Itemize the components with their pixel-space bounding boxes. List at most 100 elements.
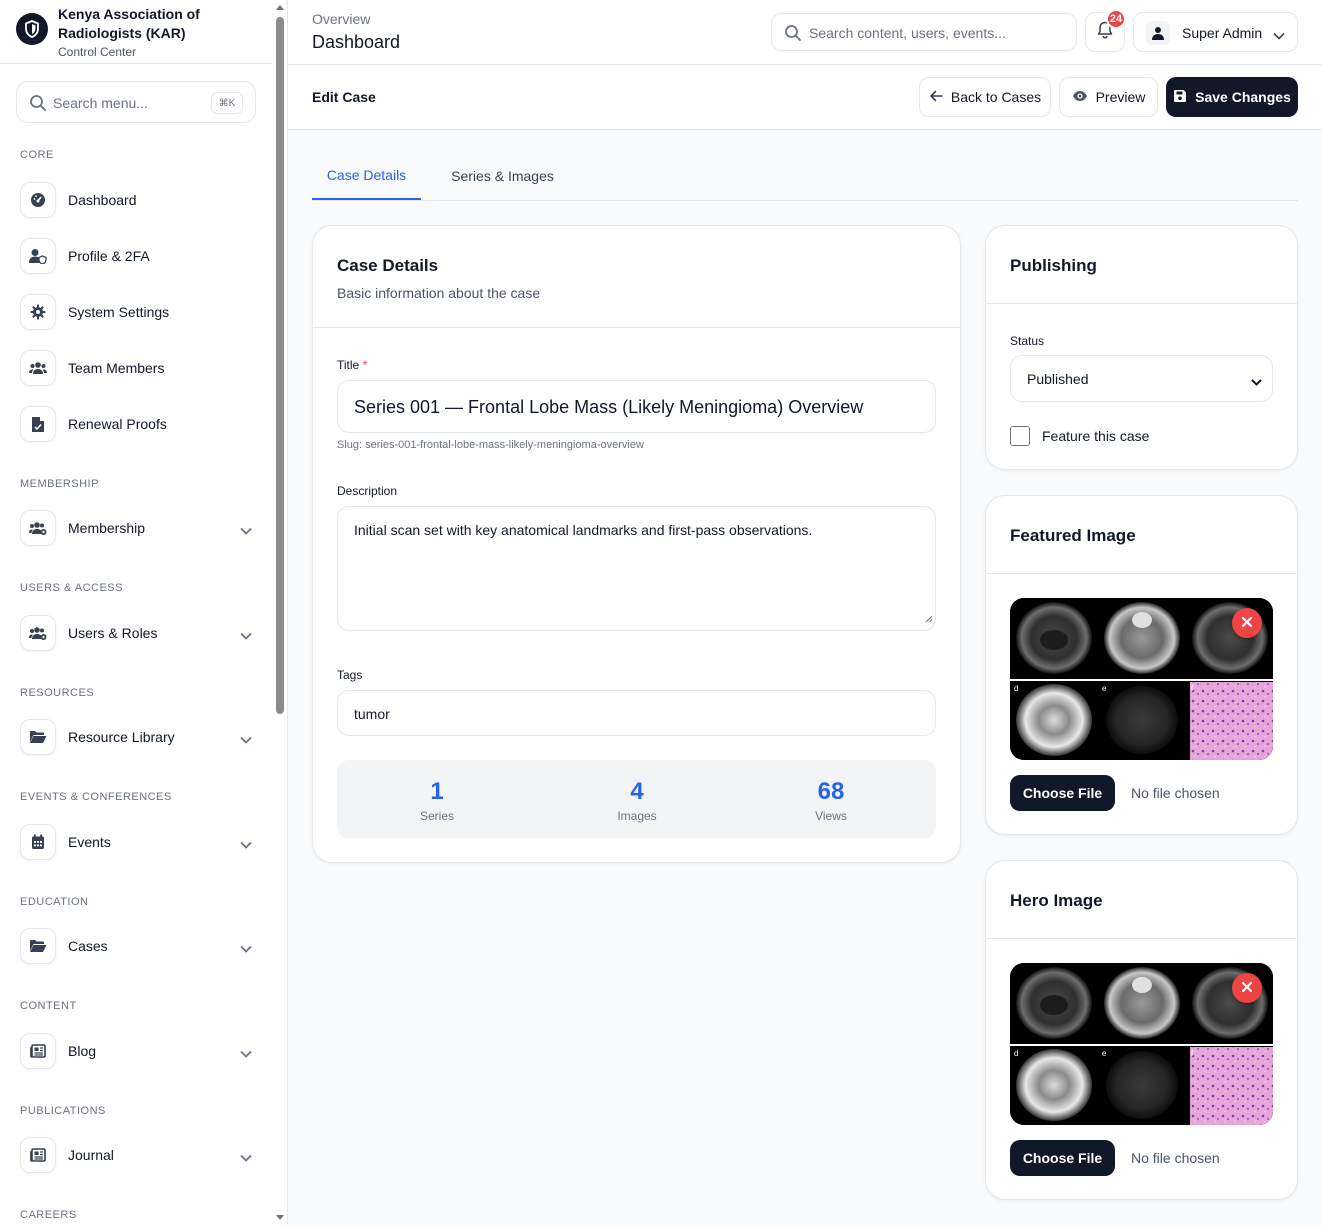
sidebar-item-label: Team Members bbox=[68, 360, 165, 376]
sidebar-item-system-settings[interactable]: System Settings bbox=[20, 294, 260, 330]
close-icon bbox=[1241, 614, 1253, 632]
file-icon bbox=[20, 406, 56, 442]
resize-handle-icon[interactable] bbox=[925, 610, 933, 628]
sidebar-item-label: System Settings bbox=[68, 304, 170, 320]
card-header: Featured Image bbox=[986, 496, 1297, 574]
case-stats: 1 Series 4 Images 68 Views bbox=[337, 760, 936, 838]
save-changes-button[interactable]: Save Changes bbox=[1166, 77, 1298, 117]
feature-case-label[interactable]: Feature this case bbox=[1042, 428, 1149, 444]
save-floppy-icon bbox=[1173, 89, 1187, 106]
panel-letter-e: e bbox=[1102, 1049, 1107, 1058]
hero-choose-file-button[interactable]: Choose File bbox=[1010, 1140, 1115, 1176]
title-input[interactable]: Series 001 — Frontal Lobe Mass (Likely M… bbox=[337, 380, 936, 433]
sidebar-item-blog[interactable]: Blog bbox=[20, 1033, 260, 1069]
tags-value: tumor bbox=[354, 706, 390, 722]
section-content: Content bbox=[20, 1000, 77, 1012]
chevron-down-icon bbox=[240, 1149, 252, 1167]
chevron-down-icon bbox=[1251, 373, 1262, 391]
tab-series-images[interactable]: Series & Images bbox=[439, 152, 566, 200]
scroll-down-arrow-icon[interactable] bbox=[276, 1215, 284, 1220]
chevron-down-icon bbox=[240, 627, 252, 645]
featured-choose-file-button[interactable]: Choose File bbox=[1010, 775, 1115, 811]
sidebar-item-cases[interactable]: Cases bbox=[20, 928, 260, 964]
arrow-left-icon bbox=[929, 89, 943, 105]
back-to-cases-label: Back to Cases bbox=[950, 89, 1042, 105]
dashboard-icon bbox=[20, 182, 56, 218]
remove-featured-image-button[interactable] bbox=[1232, 608, 1262, 638]
folder-open-icon bbox=[20, 928, 56, 964]
featured-no-file-text: No file chosen bbox=[1131, 785, 1220, 801]
section-core: Core bbox=[20, 149, 54, 161]
sidebar-item-journal[interactable]: Journal bbox=[20, 1137, 260, 1173]
sidebar-item-dashboard[interactable]: Dashboard bbox=[20, 182, 260, 218]
tab-case-details[interactable]: Case Details bbox=[312, 152, 421, 200]
chevron-down-icon bbox=[1273, 27, 1285, 45]
sidebar-item-label: Journal bbox=[68, 1147, 114, 1163]
global-search-placeholder: Search content, users, events... bbox=[809, 25, 1006, 41]
stat-value: 68 bbox=[817, 778, 845, 805]
sidebar-item-team-members[interactable]: Team Members bbox=[20, 350, 260, 386]
sidebar-item-label: Resource Library bbox=[68, 729, 175, 745]
global-search-input[interactable]: Search content, users, events... bbox=[771, 13, 1077, 51]
sidebar-scrollbar[interactable] bbox=[272, 0, 288, 1225]
scroll-up-arrow-icon[interactable] bbox=[276, 5, 284, 10]
status-select[interactable]: Published bbox=[1010, 355, 1273, 402]
brand-subtitle: Control Center bbox=[58, 45, 137, 59]
chevron-down-icon bbox=[240, 940, 252, 958]
notifications-button[interactable]: 24 bbox=[1085, 9, 1126, 52]
status-field-label: Status bbox=[1010, 334, 1045, 348]
preview-button[interactable]: Preview bbox=[1059, 77, 1158, 117]
description-field-label: Description bbox=[337, 484, 398, 498]
scrollbar-thumb[interactable] bbox=[276, 17, 284, 714]
hero-image-preview: d e f bbox=[1010, 963, 1273, 1125]
user-shield-icon bbox=[20, 238, 56, 274]
featured-image-card: Featured Image d e f Choose File No file… bbox=[985, 495, 1298, 835]
status-selected-value: Published bbox=[1027, 371, 1089, 387]
eye-icon bbox=[1072, 89, 1088, 105]
title-label-text: Title bbox=[337, 358, 360, 372]
back-to-cases-button[interactable]: Back to Cases bbox=[919, 77, 1051, 117]
sidebar-item-label: Dashboard bbox=[68, 192, 137, 208]
sidebar-item-resource-library[interactable]: Resource Library bbox=[20, 719, 260, 755]
sidebar-item-label: Blog bbox=[68, 1043, 97, 1059]
stat-value: 4 bbox=[630, 778, 644, 805]
chevron-down-icon bbox=[240, 836, 252, 854]
sidebar-item-renewal-proofs[interactable]: Renewal Proofs bbox=[20, 406, 260, 442]
card-header: Publishing bbox=[986, 226, 1297, 304]
notification-count-badge: 24 bbox=[1106, 9, 1126, 29]
card-subtitle: Basic information about the case bbox=[337, 285, 541, 301]
users-gear-icon bbox=[20, 615, 56, 651]
section-membership: Membership bbox=[20, 478, 99, 490]
sidebar-item-label: Events bbox=[68, 834, 111, 850]
edit-case-title: Edit Case bbox=[312, 89, 376, 105]
sidebar-item-profile[interactable]: Profile & 2FA bbox=[20, 238, 260, 274]
remove-hero-image-button[interactable] bbox=[1232, 973, 1262, 1003]
tags-input[interactable]: tumor bbox=[337, 690, 936, 736]
sidebar-item-membership[interactable]: Membership bbox=[20, 510, 260, 546]
card-header: Case Details Basic information about the… bbox=[313, 226, 960, 328]
sidebar-item-label: Profile & 2FA bbox=[68, 248, 150, 264]
folder-open-icon bbox=[20, 719, 56, 755]
breadcrumb[interactable]: Overview bbox=[312, 11, 370, 27]
search-icon bbox=[29, 94, 47, 117]
section-education: Education bbox=[20, 896, 89, 908]
card-title: Hero Image bbox=[1010, 891, 1103, 910]
stat-label: Views bbox=[815, 809, 847, 823]
stat-views: 68 Views bbox=[731, 760, 931, 838]
edit-case-header: Edit Case Back to Cases Preview Save Cha… bbox=[288, 65, 1322, 130]
feature-case-checkbox[interactable] bbox=[1010, 426, 1030, 446]
sidebar-item-events[interactable]: Events bbox=[20, 824, 260, 860]
user-menu-button[interactable]: Super Admin bbox=[1133, 12, 1298, 52]
section-users-access: Users & Access bbox=[20, 582, 123, 594]
featured-image-preview: d e f bbox=[1010, 598, 1273, 760]
card-title: Publishing bbox=[1010, 256, 1097, 275]
hero-image-card: Hero Image d e f Choose File No file cho… bbox=[985, 860, 1298, 1200]
description-textarea[interactable]: Initial scan set with key anatomical lan… bbox=[337, 506, 936, 631]
title-field-label: Title * bbox=[337, 358, 367, 372]
section-resources: Resources bbox=[20, 687, 95, 699]
sidebar-search-input[interactable]: Search menu... ⌘K bbox=[16, 81, 256, 123]
sidebar-item-users-roles[interactable]: Users & Roles bbox=[20, 615, 260, 651]
case-details-card: Case Details Basic information about the… bbox=[312, 225, 961, 863]
sidebar-search-placeholder: Search menu... bbox=[53, 95, 148, 111]
newspaper-icon bbox=[20, 1033, 56, 1069]
